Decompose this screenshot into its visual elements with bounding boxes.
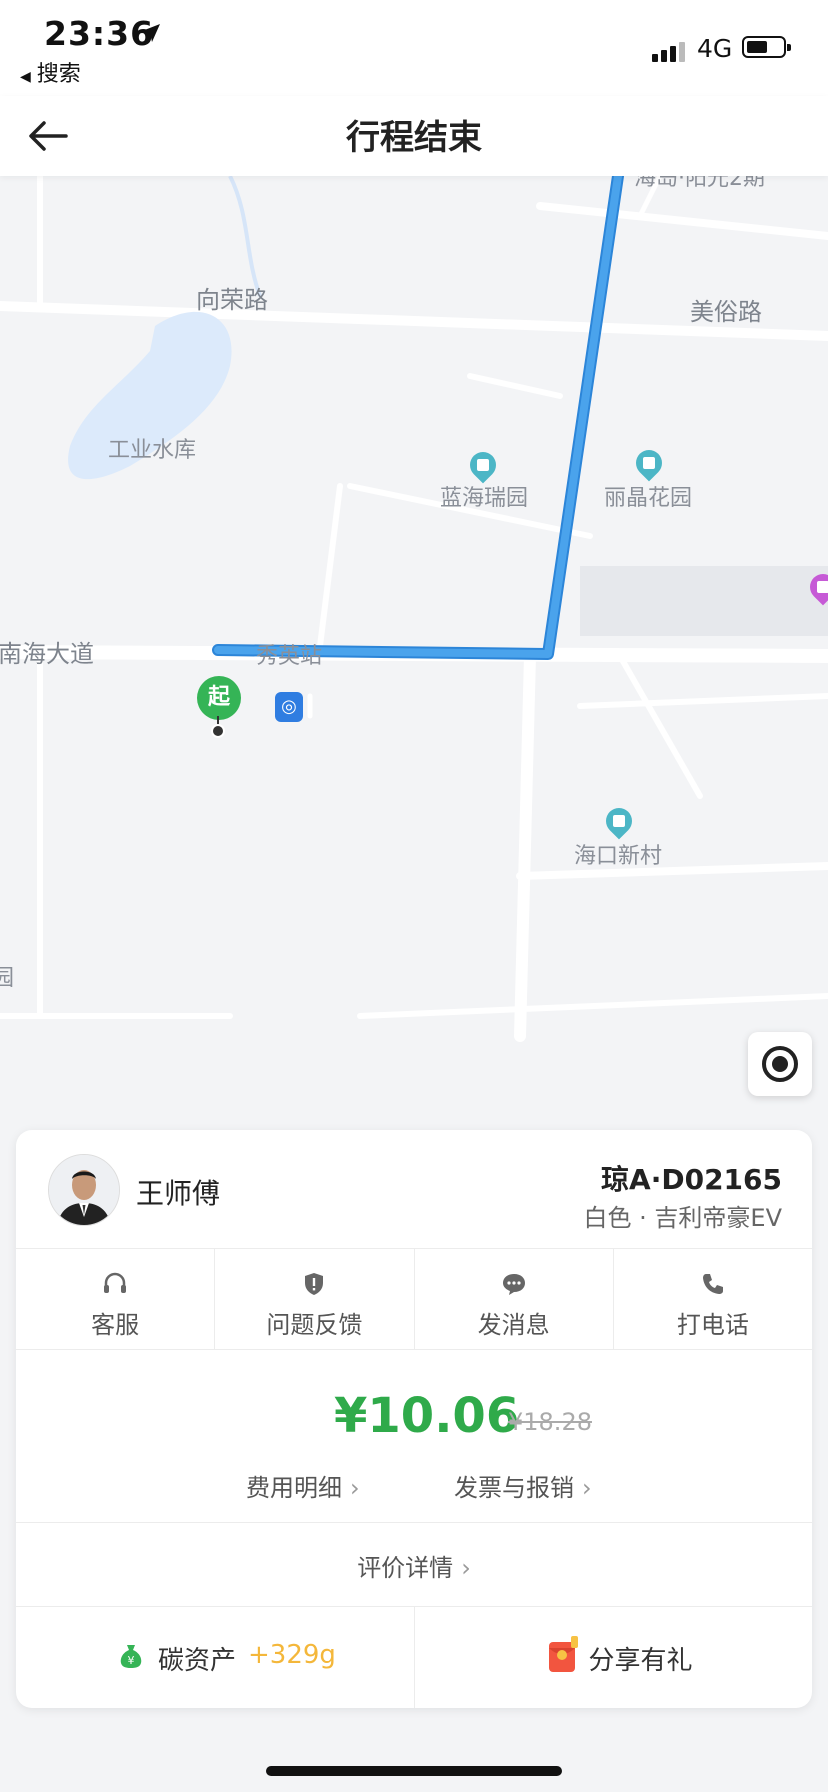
road-label-xiangrong: 向荣路 [196, 286, 268, 314]
share-gift-button[interactable]: 分享有礼 [413, 1606, 813, 1708]
action-label: 客服 [91, 1311, 140, 1339]
driver-avatar [48, 1154, 120, 1226]
signal-bars-icon [652, 38, 692, 62]
place-label-lijing: 丽晶花园 [604, 486, 693, 511]
nav-bar: 行程结束 [0, 96, 828, 176]
headset-icon [104, 1272, 127, 1293]
locate-dot-icon [772, 1056, 788, 1072]
place-label-station: 秀英站 [256, 644, 323, 669]
home-indicator[interactable] [266, 1766, 562, 1776]
action-label: 发消息 [477, 1311, 550, 1339]
battery-icon [742, 36, 791, 58]
trip-price: ¥10.06 [334, 1388, 520, 1444]
share-gift-label: 分享有礼 [588, 1646, 693, 1676]
money-bag-icon: ¥ [120, 1645, 142, 1668]
review-label: 评价详情 [357, 1554, 454, 1582]
place-label-haidao: 海岛·阳光2期 [634, 176, 765, 191]
road-label-meisu: 美俗路 [690, 298, 762, 326]
place-label-haikou: 海口新村 [574, 844, 663, 869]
review-detail-link[interactable]: 评价详情 › [16, 1522, 812, 1607]
action-label: 打电话 [676, 1311, 749, 1339]
chevron-right-icon: › [461, 1554, 471, 1582]
message-button[interactable]: 发消息 [413, 1249, 613, 1349]
start-point-dot [211, 724, 225, 738]
driver-info: 王师傅 琼A·D02165 白色 · 吉利帝豪EV [16, 1130, 812, 1248]
review-row: 评价详情 › [16, 1548, 812, 1583]
car-description: 白色 · 吉利帝豪EV [583, 1204, 782, 1232]
invoice-link[interactable]: 发票与报销 › [454, 1468, 592, 1503]
driver-name: 王师傅 [136, 1177, 221, 1210]
call-button[interactable]: 打电话 [612, 1249, 812, 1349]
network-type: 4G [697, 34, 733, 63]
red-envelope-icon [548, 1636, 578, 1672]
action-bar: 客服 问题反馈 发消息 打电话 [16, 1248, 812, 1350]
phone-icon [702, 1274, 723, 1294]
feedback-button[interactable]: 问题反馈 [214, 1249, 413, 1349]
fare-section: ¥10.06 ¥18.28 费用明细 › 发票与报销 › [16, 1348, 812, 1523]
place-label-shuiku: 工业水库 [108, 438, 197, 463]
carbon-label: 碳资产 [158, 1646, 237, 1676]
chevron-right-icon: › [582, 1474, 592, 1502]
status-time: 23:36 [44, 14, 155, 53]
customer-service-button[interactable]: 客服 [16, 1249, 214, 1349]
back-triangle-icon: ◀ [20, 69, 31, 85]
carbon-value: +329g [248, 1640, 336, 1670]
place-label-edge: 园 [0, 966, 15, 991]
original-price: ¥18.28 [508, 1408, 592, 1436]
action-label: 问题反馈 [266, 1311, 363, 1339]
road-label-nanhai: 南海大道 [0, 640, 94, 668]
fee-detail-label: 费用明细 [246, 1474, 342, 1502]
back-app-label: 搜索 [36, 62, 81, 87]
page-title: 行程结束 [346, 118, 482, 158]
shield-alert-icon [305, 1273, 324, 1295]
location-arrow-icon [142, 24, 160, 42]
chat-bubble-icon [502, 1274, 525, 1295]
fee-detail-link[interactable]: 费用明细 › [246, 1468, 360, 1503]
carbon-asset-button[interactable]: ¥ 碳资产 +329g [16, 1606, 414, 1708]
locate-button[interactable] [748, 1032, 812, 1096]
back-to-app-link[interactable]: ◀ 搜索 [20, 56, 81, 88]
trip-summary-card: 王师傅 琼A·D02165 白色 · 吉利帝豪EV 客服 问题反馈 发消息 打电… [16, 1130, 812, 1708]
rewards-row: ¥ 碳资产 +329g 分享有礼 [16, 1606, 812, 1708]
license-plate: 琼A·D02165 [601, 1163, 782, 1196]
bus-station-icon: ◎ [275, 692, 303, 722]
chevron-right-icon: › [350, 1474, 360, 1502]
invoice-label: 发票与报销 [454, 1474, 574, 1502]
start-marker: 起 [197, 676, 241, 720]
status-bar: 23:36 ◀ 搜索 4G [0, 0, 828, 96]
place-label-lanhai: 蓝海瑞园 [440, 486, 529, 511]
svg-text:¥: ¥ [128, 1654, 135, 1667]
